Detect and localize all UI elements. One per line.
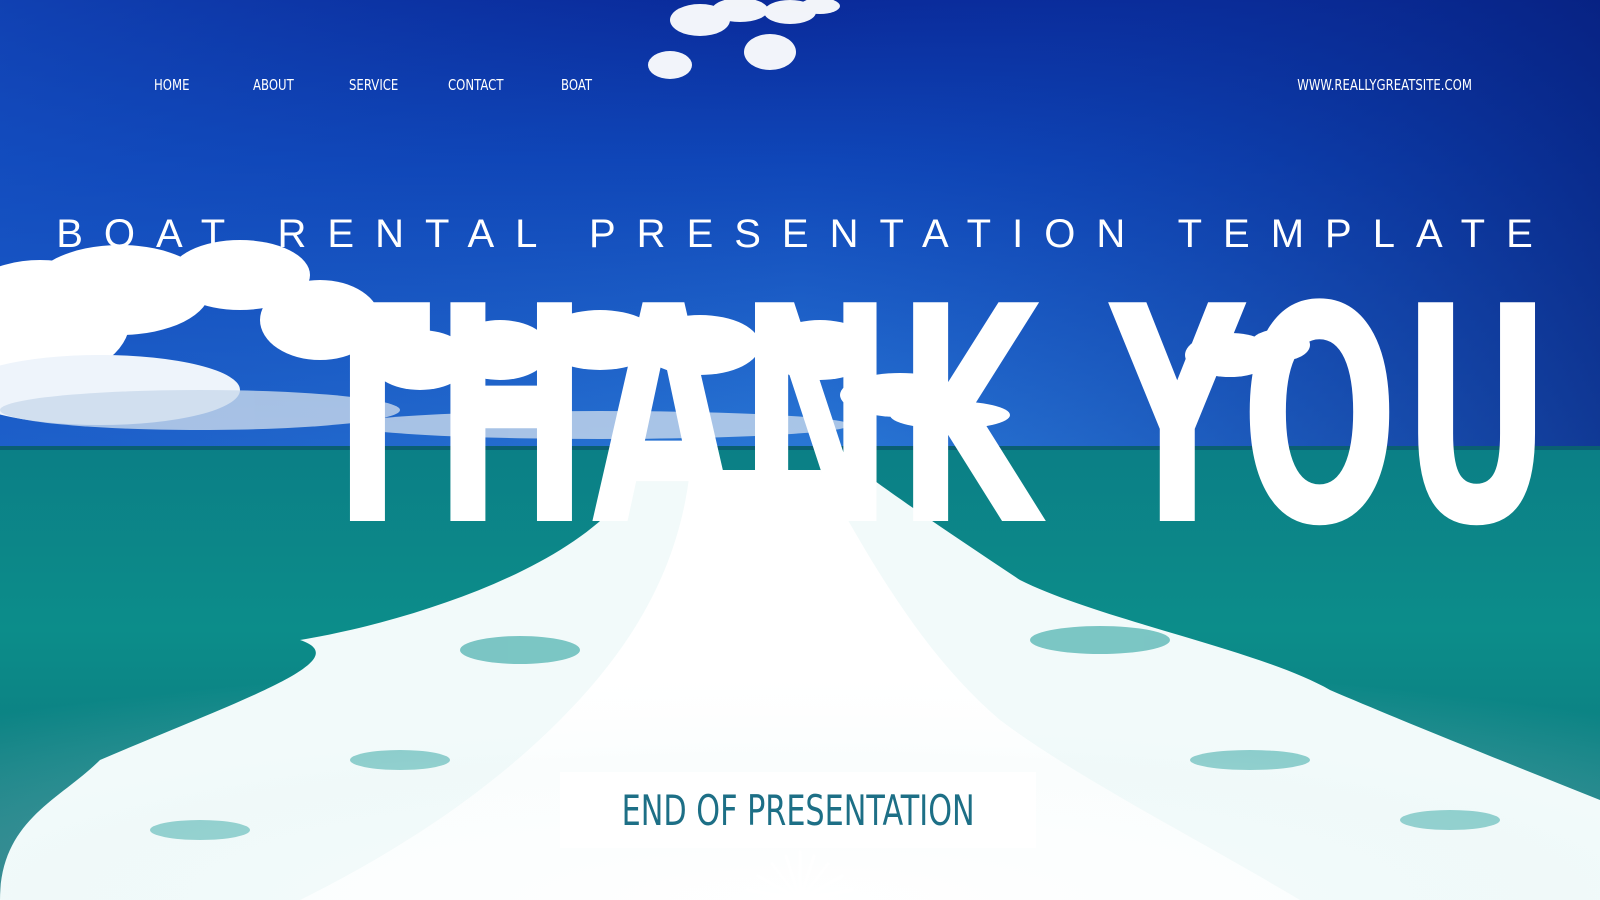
nav-service-link[interactable]: SERVICE — [349, 76, 398, 94]
nav-contact-link[interactable]: CONTACT — [448, 76, 503, 94]
sunburst-icon — [746, 850, 854, 900]
nav-boat-link[interactable]: BOAT — [561, 76, 592, 94]
thank-you-headline: THANK YOU — [304, 243, 1555, 592]
end-of-presentation-label: END OF PRESENTATION — [621, 785, 975, 835]
nav-about-link[interactable]: ABOUT — [253, 76, 294, 94]
nav-home-link[interactable]: HOME — [154, 76, 190, 94]
end-of-presentation-button[interactable]: END OF PRESENTATION — [560, 772, 1036, 848]
website-url[interactable]: WWW.REALLYGREATSITE.COM — [1297, 76, 1472, 94]
